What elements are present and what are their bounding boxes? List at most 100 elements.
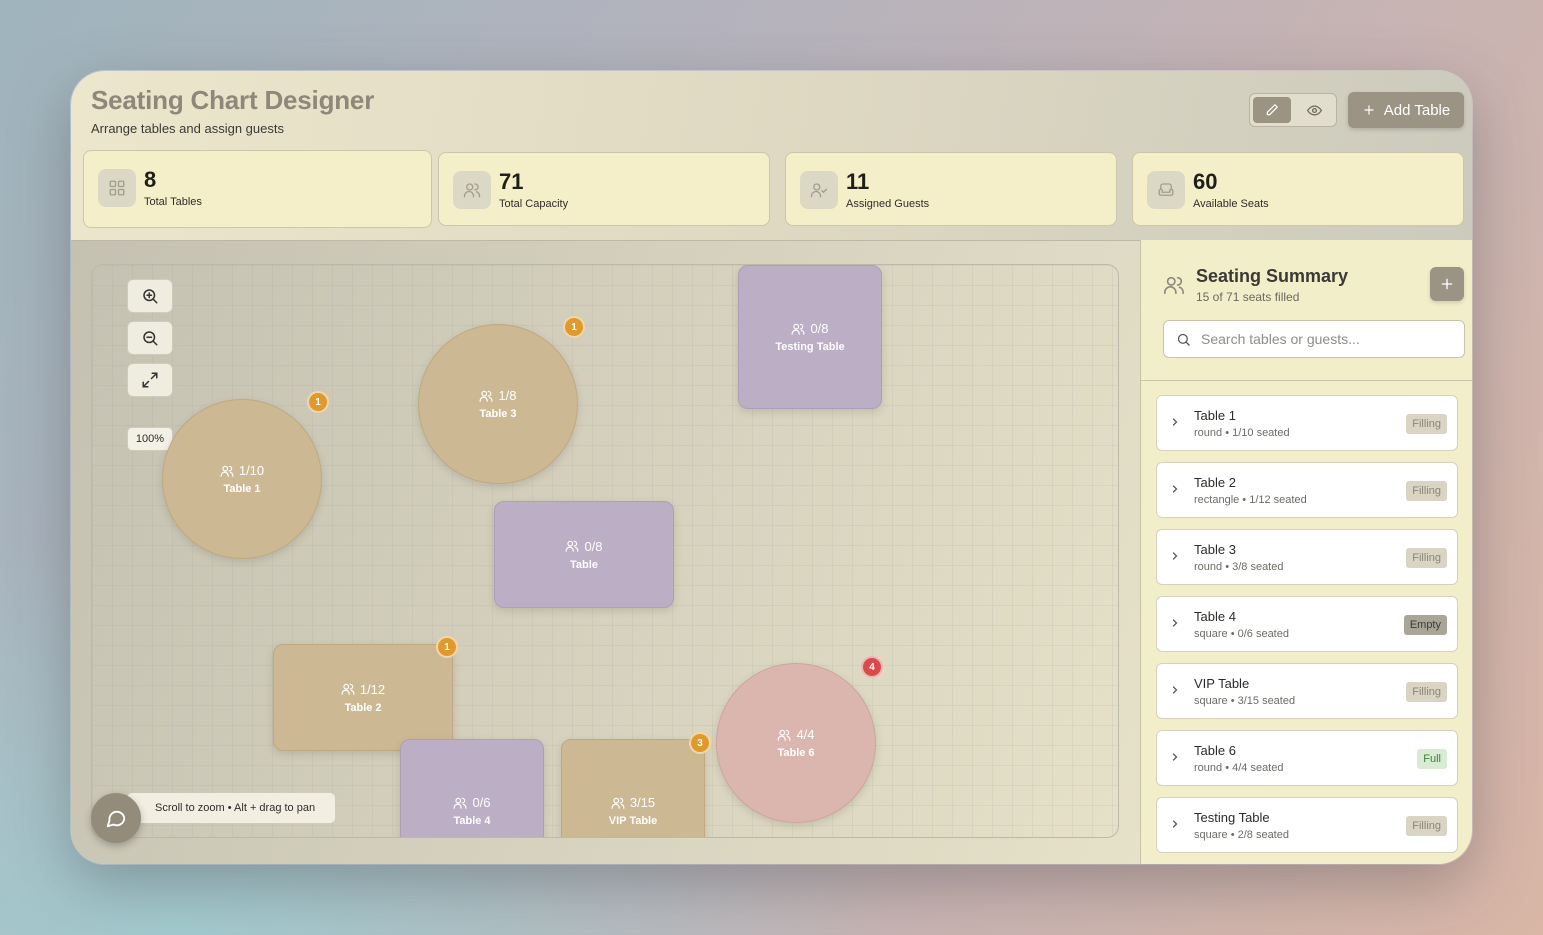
list-item[interactable]: Table 6 round • 4/4 seated Full — [1156, 730, 1458, 786]
search-box — [1163, 320, 1465, 358]
table-6[interactable]: 4/4 Table 6 — [716, 663, 876, 823]
chevron-right-icon — [1172, 619, 1178, 627]
add-guest-button[interactable] — [1430, 267, 1464, 301]
search-icon — [1177, 333, 1190, 346]
guest-count-badge: 3 — [689, 732, 711, 754]
stat-card-total-tables: 8 Total Tables — [83, 150, 432, 228]
status-badge: Filling — [1406, 682, 1447, 702]
item-detail: round • 3/8 seated — [1194, 561, 1284, 573]
item-detail: square • 3/15 seated — [1194, 695, 1296, 707]
table-name: Table — [570, 558, 598, 571]
status-badge: Full — [1417, 749, 1447, 769]
guest-count-badge: 1 — [307, 391, 329, 413]
list-item[interactable]: Table 1 round • 1/10 seated Filling — [1156, 395, 1458, 451]
table-occupancy: 1/8 — [498, 388, 517, 403]
list-item[interactable]: Testing Table square • 2/8 seated Fillin… — [1156, 797, 1458, 853]
status-badge: Empty — [1403, 615, 1447, 635]
table-2[interactable]: 1/12 Table 2 — [273, 644, 453, 751]
expand-icon — [142, 372, 158, 388]
item-detail: rectangle • 1/12 seated — [1194, 494, 1307, 506]
table-3[interactable]: 1/8 Table 3 — [418, 324, 578, 484]
table-1[interactable]: 1/10 Table 1 — [162, 399, 322, 559]
zoom-out-icon — [143, 331, 158, 346]
users-icon — [566, 540, 579, 552]
stat-value: 60 — [1193, 169, 1218, 194]
item-detail: round • 4/4 seated — [1194, 762, 1284, 774]
table-name: Table 1 — [223, 483, 261, 495]
plus-icon — [1441, 278, 1453, 290]
mode-toggle — [1249, 93, 1337, 127]
summary-header: Seating Summary 15 of 71 seats filled — [1141, 240, 1472, 381]
table-name: Testing Table — [775, 341, 845, 353]
table-occupancy: 3/15 — [629, 795, 656, 810]
guest-count-badge: 1 — [436, 636, 458, 658]
item-name: Table 1 — [1194, 408, 1236, 423]
page-title: Seating Chart Designer — [91, 85, 375, 115]
guest-count-badge: 1 — [563, 316, 585, 338]
status-badge: Filling — [1406, 481, 1447, 501]
list-item[interactable]: VIP Table square • 3/15 seated Filling — [1156, 663, 1458, 719]
item-detail: round • 1/10 seated — [1194, 427, 1290, 439]
item-name: Table 3 — [1194, 542, 1236, 557]
chat-button[interactable] — [91, 793, 141, 843]
add-table-button[interactable]: Add Table — [1348, 92, 1464, 128]
chevron-right-icon — [1172, 820, 1178, 828]
canvas-hint: Scroll to zoom • Alt + drag to pan — [127, 793, 335, 823]
list-item[interactable]: Table 2 rectangle • 1/12 seated Filling — [1156, 462, 1458, 518]
users-icon — [220, 465, 234, 477]
stat-card-total-capacity: 71 Total Capacity — [438, 152, 770, 226]
chevron-right-icon — [1172, 485, 1178, 493]
chevron-right-icon — [1172, 418, 1178, 426]
item-name: VIP Table — [1194, 676, 1250, 691]
zoom-level: 100% — [127, 427, 173, 451]
chevron-right-icon — [1172, 753, 1178, 761]
chat-bubble-icon — [106, 810, 126, 828]
stat-label: Available Seats — [1193, 198, 1269, 210]
item-detail: square • 0/6 seated — [1194, 628, 1289, 640]
armchair-icon — [1147, 171, 1185, 209]
status-badge: Filling — [1406, 548, 1447, 568]
seating-summary-panel: Seating Summary 15 of 71 seats filled Ta… — [1140, 240, 1472, 864]
seating-canvas[interactable]: 100% 1/10 Table 1 1 1/8 Table 3 1 0/8 Te… — [91, 264, 1119, 838]
canvas-area: 100% 1/10 Table 1 1 1/8 Table 3 1 0/8 Te… — [71, 240, 1140, 864]
search-input[interactable] — [1201, 331, 1451, 347]
guest-count-badge: 4 — [861, 656, 883, 678]
stat-value: 11 — [846, 169, 870, 194]
chevron-right-icon — [1172, 686, 1178, 694]
fit-view-button[interactable] — [127, 363, 173, 397]
status-badge: Filling — [1406, 414, 1447, 434]
list-item[interactable]: Table 4 square • 0/6 seated Empty — [1156, 596, 1458, 652]
table-unnamed[interactable]: 0/8 Table — [494, 501, 674, 608]
table-4[interactable]: 0/6 Table 4 — [400, 739, 544, 837]
pencil-icon — [1266, 104, 1278, 116]
table-occupancy: 1/10 — [238, 463, 265, 478]
status-badge: Filling — [1406, 816, 1447, 836]
table-occupancy: 0/8 — [810, 321, 829, 336]
item-name: Testing Table — [1194, 810, 1270, 825]
testing-table[interactable]: 0/8 Testing Table — [738, 265, 882, 409]
page-subtitle: Arrange tables and assign guests — [91, 121, 284, 136]
table-occupancy: 1/12 — [359, 681, 386, 697]
eye-icon — [1306, 105, 1322, 115]
list-item[interactable]: Table 3 round • 3/8 seated Filling — [1156, 529, 1458, 585]
chevron-right-icon — [1172, 552, 1178, 560]
users-icon — [778, 729, 791, 741]
edit-mode-button[interactable] — [1253, 97, 1291, 123]
grid-icon — [98, 169, 136, 207]
header: Seating Chart Designer Arrange tables an… — [71, 71, 1472, 241]
users-icon — [453, 171, 491, 209]
item-name: Table 6 — [1194, 743, 1236, 758]
stat-label: Total Tables — [144, 196, 202, 208]
zoom-in-button[interactable] — [127, 279, 173, 313]
stat-label: Assigned Guests — [846, 198, 930, 210]
table-occupancy: 0/6 — [472, 795, 491, 810]
preview-mode-button[interactable] — [1295, 97, 1333, 123]
item-name: Table 2 — [1194, 475, 1236, 490]
stat-card-available-seats: 60 Available Seats — [1132, 152, 1464, 226]
stat-value: 71 — [499, 169, 524, 194]
item-name: Table 4 — [1194, 609, 1236, 624]
vip-table[interactable]: 3/15 VIP Table — [561, 739, 705, 837]
zoom-in-icon — [143, 289, 158, 304]
users-icon — [341, 683, 355, 695]
zoom-out-button[interactable] — [127, 321, 173, 355]
